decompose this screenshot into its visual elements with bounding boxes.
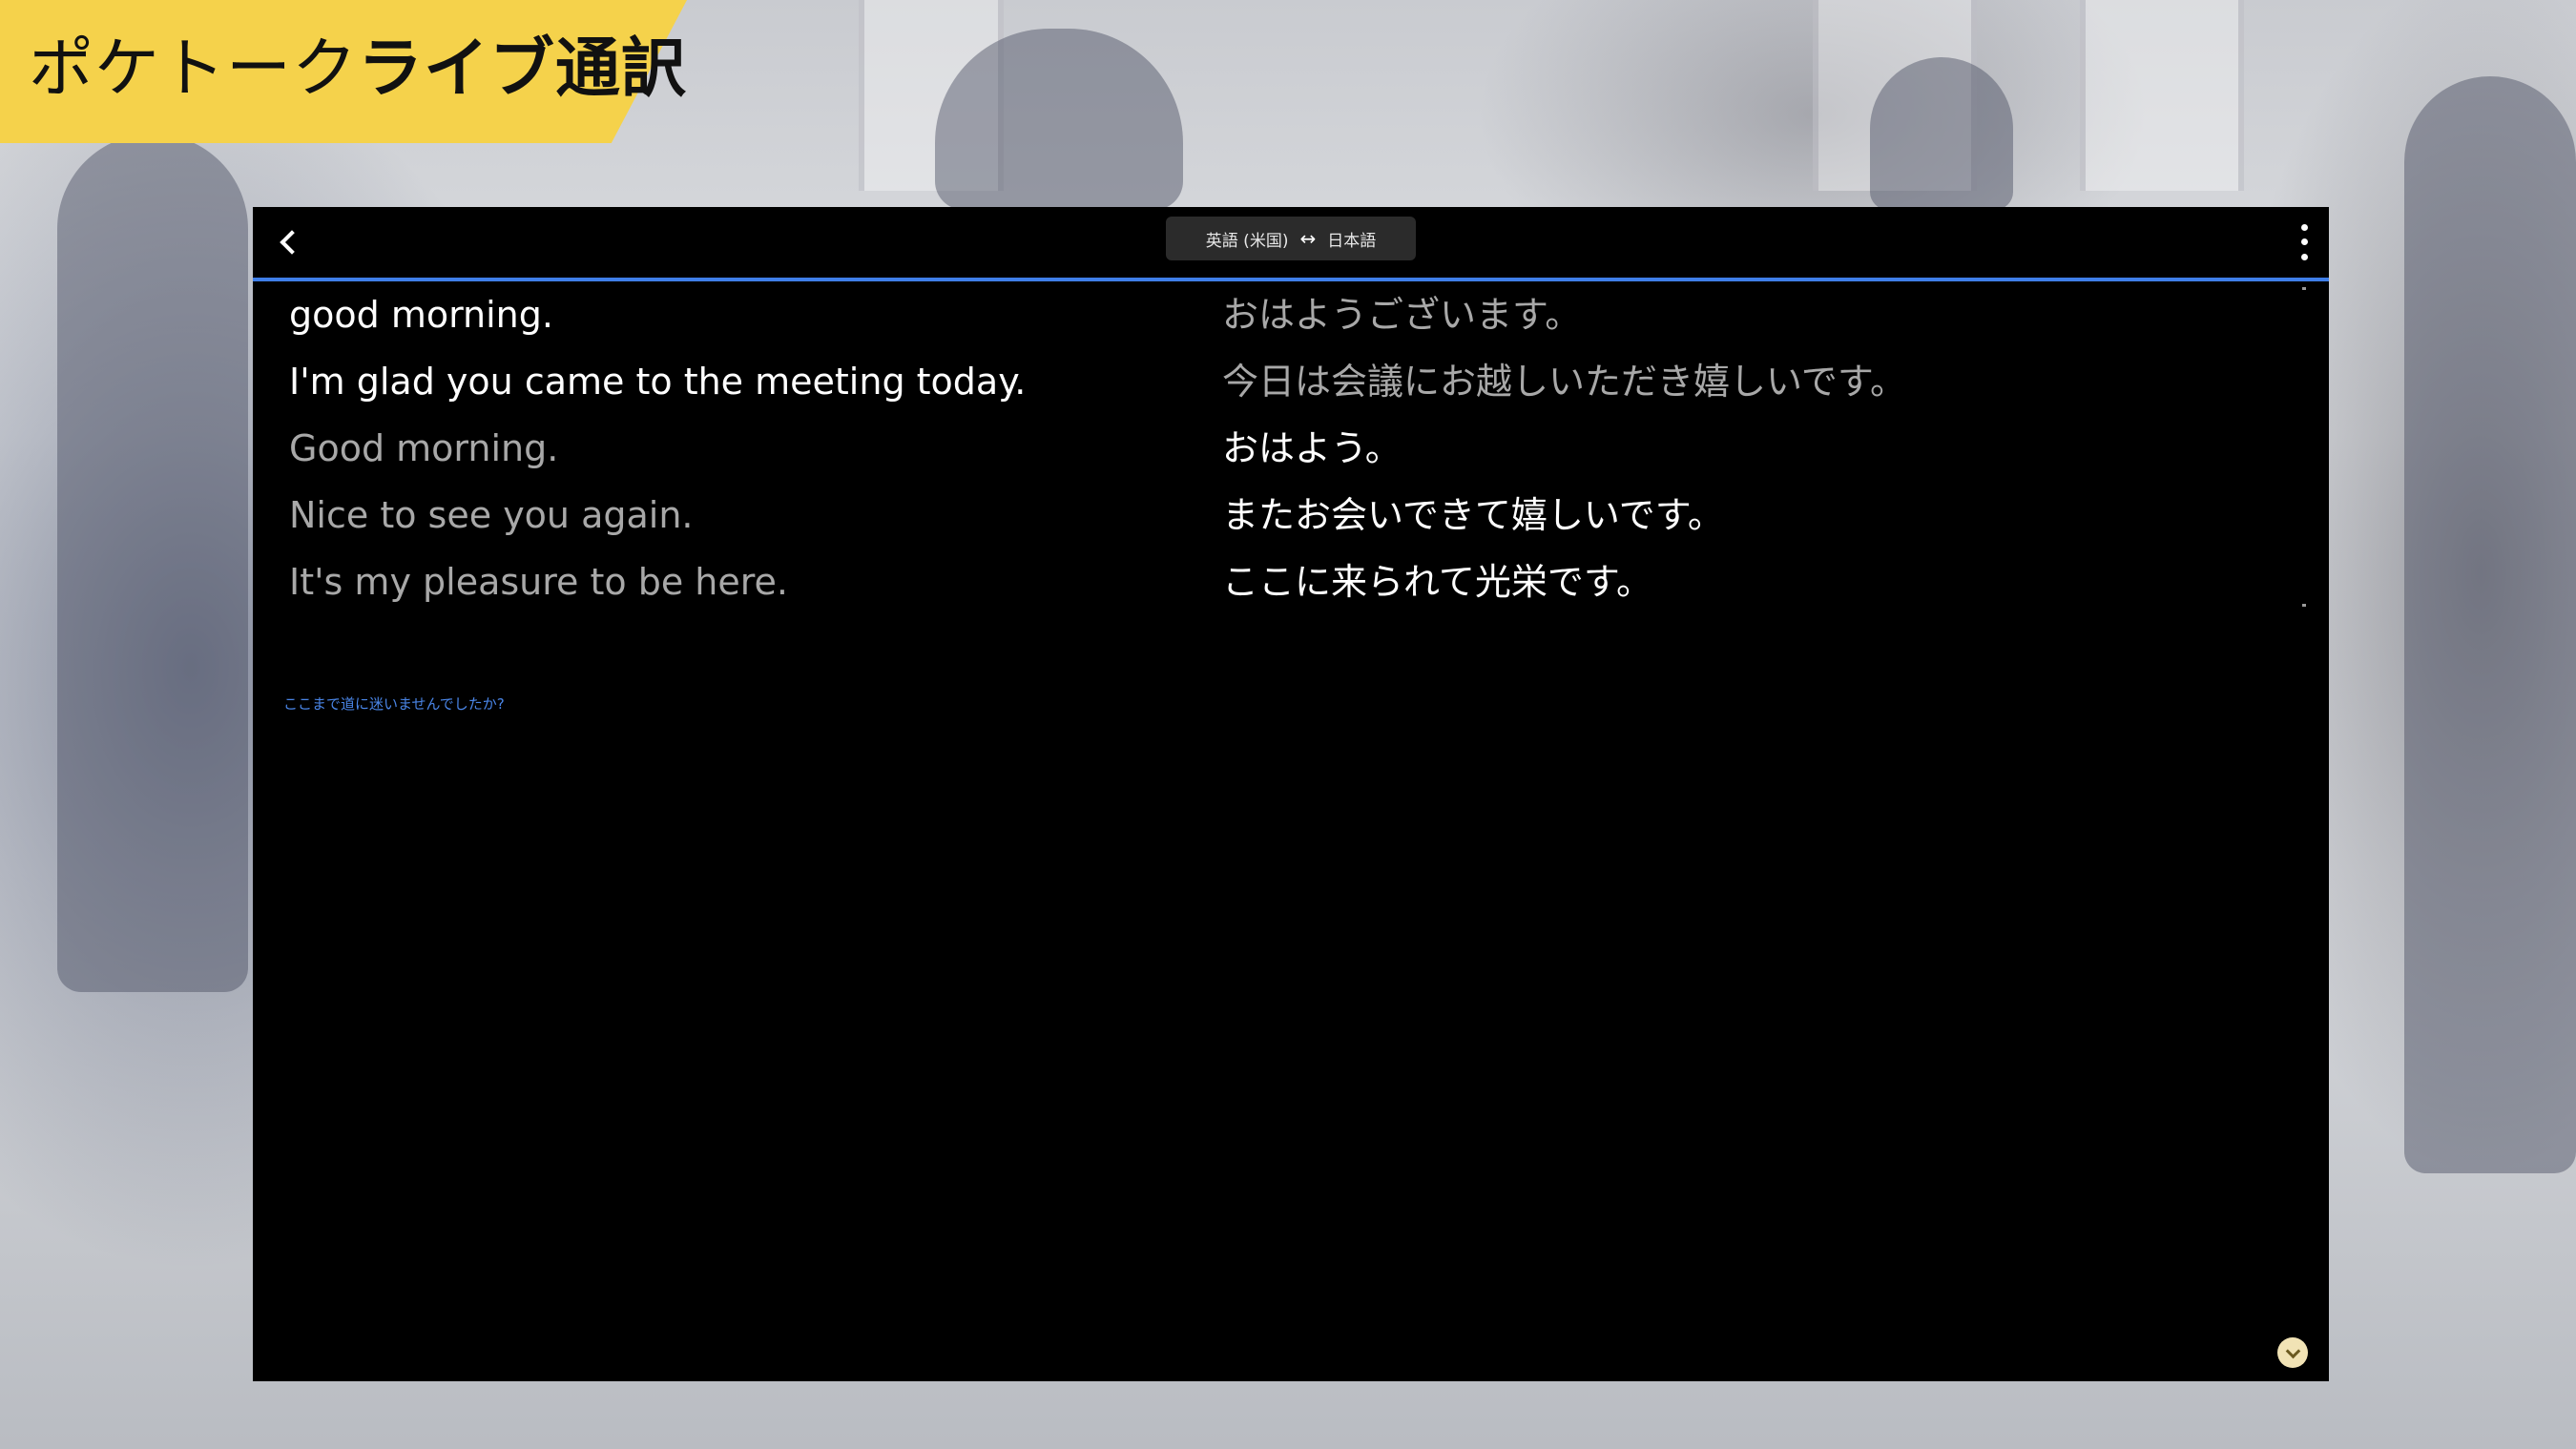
- source-language-label: 英語 (米国): [1205, 231, 1289, 251]
- translated-utterance: おはようございます。: [1222, 294, 1582, 336]
- target-language-label: 日本語: [1327, 231, 1377, 251]
- brand-name-light: ポケトーク: [29, 31, 359, 107]
- more-options-button[interactable]: [2296, 220, 2312, 264]
- transcript-row: good morning. おはようございます。: [253, 281, 2329, 348]
- scroll-indicator-bottom: [2302, 604, 2306, 607]
- source-utterance: Good morning.: [289, 427, 559, 469]
- scroll-to-bottom-button[interactable]: [2277, 1337, 2308, 1368]
- background-person: [2404, 76, 2576, 1173]
- translated-utterance: またお会いできて嬉しいです。: [1222, 494, 1724, 536]
- more-vertical-icon: [2300, 224, 2308, 232]
- transcript-row: I'm glad you came to the meeting today. …: [253, 348, 2329, 415]
- scroll-indicator-top: [2302, 287, 2306, 290]
- brand-logo-text: ポケトークライブ通訳: [29, 27, 687, 113]
- brand-name-bold: ライブ通訳: [358, 31, 688, 107]
- swap-arrows-icon: ↔: [1299, 227, 1317, 250]
- background-window: [2080, 0, 2244, 191]
- translated-utterance: 今日は会議にお越しいただき嬉しいです。: [1222, 361, 1907, 403]
- more-vertical-icon: [2300, 253, 2308, 260]
- app-header: 英語 (米国) ↔ 日本語: [253, 207, 2329, 281]
- language-pair-selector[interactable]: 英語 (米国) ↔ 日本語: [1166, 217, 1416, 260]
- translated-utterance: おはよう。: [1222, 427, 1402, 469]
- transcript-row: It's my pleasure to be here. ここに来られて光栄です…: [253, 549, 2329, 615]
- chevron-down-icon: [2285, 1343, 2300, 1358]
- translated-utterance: ここに来られて光栄です。: [1222, 561, 1653, 603]
- source-utterance: Nice to see you again.: [289, 494, 694, 536]
- pending-recognition-text: ここまで道に迷いませんでしたか?: [283, 695, 505, 713]
- background-person: [1870, 57, 2013, 210]
- live-interpreter-window: 英語 (米国) ↔ 日本語 good morning. おはようございます。 I…: [253, 207, 2329, 1381]
- transcript-list: good morning. おはようございます。 I'm glad you ca…: [253, 281, 2329, 816]
- transcript-row: Nice to see you again. またお会いできて嬉しいです。: [253, 482, 2329, 549]
- transcript-row: Good morning. おはよう。: [253, 415, 2329, 482]
- more-vertical-icon: [2300, 238, 2308, 246]
- source-utterance: good morning.: [289, 294, 553, 336]
- source-utterance: I'm glad you came to the meeting today.: [289, 361, 1027, 403]
- source-utterance: It's my pleasure to be here.: [289, 561, 789, 603]
- background-person: [57, 134, 248, 992]
- back-button[interactable]: [272, 222, 312, 262]
- chevron-left-icon: [280, 230, 304, 255]
